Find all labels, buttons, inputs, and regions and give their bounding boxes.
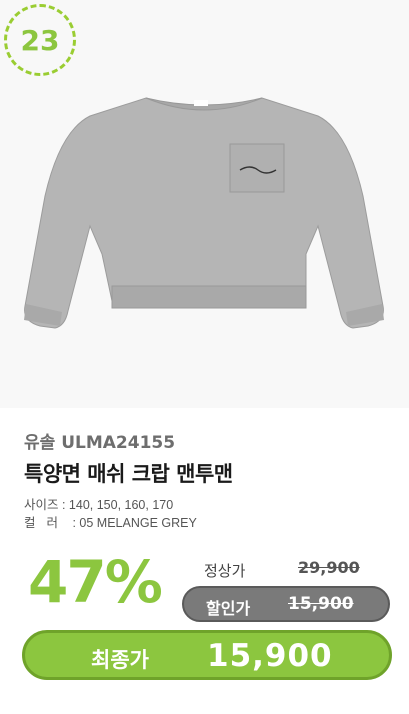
discount-percent: 47%: [28, 548, 163, 616]
final-price-label: 최종가: [91, 648, 149, 672]
size-options: 사이즈 : 140, 150, 160, 170: [24, 498, 174, 512]
regular-price-label: 정상가: [204, 562, 246, 580]
sale-price-pill: 할인가 15,900: [182, 586, 390, 622]
color-info: 컬러 : 05 MELANGE GREY: [24, 512, 197, 531]
final-price: 15,900: [207, 638, 333, 674]
sweatshirt-image[interactable]: [18, 86, 390, 344]
color-value: : 05 MELANGE GREY: [69, 516, 197, 530]
regular-price: 29,900: [298, 558, 360, 577]
sale-price: 15,900: [288, 594, 354, 614]
product-image-area: 23: [0, 0, 409, 408]
brand-model: 유솔 ULMA24155: [24, 433, 176, 453]
rank-number: 23: [20, 23, 60, 57]
rank-badge: 23: [4, 4, 76, 76]
product-name[interactable]: 특양면 매쉬 크랍 맨투맨: [24, 458, 233, 488]
sale-price-label: 할인가: [206, 599, 251, 618]
final-price-button[interactable]: 최종가 15,900: [22, 630, 392, 680]
color-label: 컬러: [24, 516, 70, 530]
